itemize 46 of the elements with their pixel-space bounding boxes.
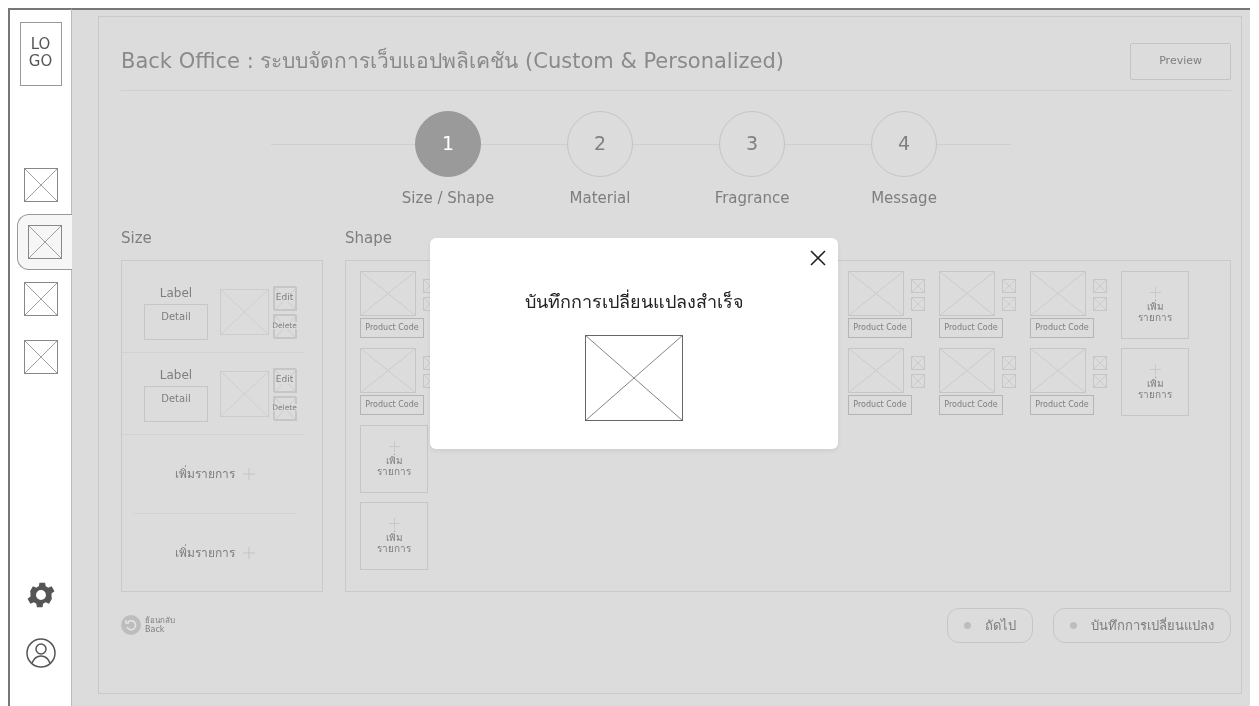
product-code-field[interactable]: Product Code	[360, 317, 424, 338]
modal-title: บันทึกการเปลี่ยนแปลงสำเร็จ	[524, 288, 744, 314]
page-title: Back Office : ระบบจัดการเว็บแอปพลิเคชัน (Custom & Personalized)	[121, 46, 784, 75]
detail-field[interactable]: Detail	[144, 303, 208, 340]
product-code-field[interactable]: Product Code	[848, 317, 912, 338]
product-code-field[interactable]: Product Code	[1030, 394, 1094, 415]
back-label: ย้อนกลับ	[145, 616, 175, 626]
step-label: Material	[569, 187, 631, 209]
section-title: Shape	[345, 228, 393, 249]
add-item-tile[interactable]: เพิ่ม รายการ	[360, 501, 428, 570]
step-label: Fragrance	[714, 187, 790, 209]
logo: LO GO	[19, 22, 62, 86]
preview-button[interactable]: Preview	[1130, 43, 1231, 80]
step-number[interactable]: 1	[415, 110, 481, 177]
product-code-field[interactable]: Product Code	[939, 394, 1003, 415]
action-button[interactable]: บันทึกการเปลี่ยนแปลง	[1053, 607, 1231, 643]
image-placeholder-icon	[28, 225, 62, 259]
image-placeholder-icon	[23, 168, 58, 202]
add-item-tile[interactable]: เพิ่ม รายการ	[1121, 347, 1189, 416]
product-code-field[interactable]: Product Code	[848, 394, 912, 415]
step-number[interactable]: 4	[871, 110, 937, 177]
step-label: Message	[871, 187, 937, 209]
product-code-field[interactable]: Product Code	[1030, 317, 1094, 338]
step-number[interactable]: 3	[719, 110, 785, 177]
back-sublabel: Back	[145, 625, 166, 635]
detail-field[interactable]: Detail	[144, 385, 208, 422]
add-item-button[interactable]: เพิ่มรายการ	[134, 434, 296, 514]
image-placeholder-icon	[23, 282, 58, 316]
close-icon[interactable]	[810, 250, 826, 266]
add-item-tile[interactable]: เพิ่ม รายการ	[360, 424, 428, 493]
action-button[interactable]: ถัดไป	[947, 607, 1033, 643]
section-title: Size	[121, 228, 153, 249]
add-item-button[interactable]: เพิ่มรายการ	[134, 513, 296, 593]
add-item-tile[interactable]: เพิ่ม รายการ	[1121, 270, 1189, 339]
back-icon[interactable]	[121, 615, 141, 636]
edit-button[interactable]: Edit	[273, 285, 296, 310]
edit-button[interactable]: Edit	[273, 367, 296, 392]
product-code-field[interactable]: Product Code	[360, 394, 424, 415]
item-label: Label	[158, 366, 194, 384]
item-label: Label	[158, 284, 194, 302]
image-placeholder-icon	[23, 340, 58, 374]
step-number[interactable]: 2	[567, 110, 633, 177]
user-icon[interactable]	[25, 638, 56, 668]
step-label: Size / Shape	[401, 187, 495, 209]
nav-item[interactable]	[16, 214, 73, 270]
product-code-field[interactable]: Product Code	[939, 317, 1003, 338]
